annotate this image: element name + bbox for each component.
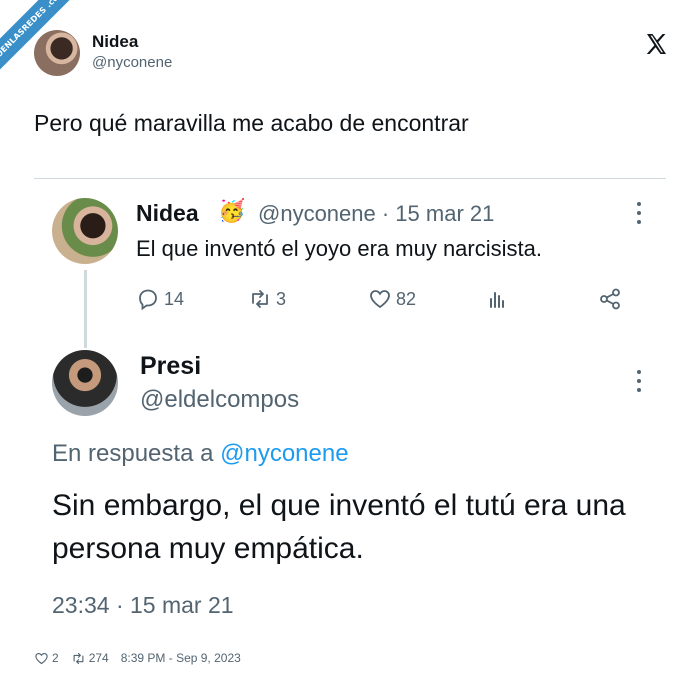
quoted-author-name[interactable]: Nidea [136,200,199,227]
reply-author-name[interactable]: Presi [140,352,201,381]
tweet-card: Nidea @nyconene Pero qué maravilla me ac… [0,0,700,690]
party-emoji: 🥳 [218,198,246,223]
retweet-button[interactable]: 3 [248,286,286,312]
share-button[interactable] [598,286,622,312]
like-button[interactable]: 82 [368,286,416,312]
tweet-footer: 2 274 8:39 PM - Sep 9, 2023 [34,650,253,666]
footer-timestamp: 8:39 PM - Sep 9, 2023 [120,651,241,665]
quoted-author-meta: @nyconene · 15 mar 21 [258,201,495,226]
reply-count: 14 [164,288,185,309]
like-count: 82 [396,288,417,309]
divider [34,178,666,179]
watermark-text: VISTOENLASREDES .com [0,0,84,86]
retweet-count: 3 [276,288,287,309]
reply-timestamp: 23:34 · 15 mar 21 [52,592,234,618]
reply-button[interactable]: 14 [136,286,184,312]
retweet-icon [252,290,268,308]
reply-icon [139,289,157,311]
quoted-author-avatar[interactable] [52,198,118,264]
author-name[interactable]: Nidea [92,32,138,52]
footer-like-count: 2 [52,651,59,665]
reply-author-avatar[interactable] [52,350,118,416]
x-logo-icon[interactable] [644,32,668,56]
more-icon[interactable] [636,368,642,394]
thread-line [84,270,87,348]
retweet-icon [73,652,84,664]
author-handle[interactable]: @nyconene [92,54,172,71]
quoted-thread[interactable]: Nidea 🥳 @nyconene · 15 mar 21 El que inv… [52,196,652,636]
tweet-header: Nidea @nyconene [34,30,674,82]
reply-context: En respuesta a @nyconene [52,440,349,468]
action-bar: 14 3 82 [136,286,636,314]
reply-mention-link[interactable]: @nyconene [220,440,348,467]
footer-retweet-count: 274 [88,651,109,665]
reply-prefix: En respuesta a [52,440,221,467]
more-icon[interactable] [636,200,642,226]
watermark-ribbon: VISTOENLASREDES .com [0,0,86,86]
quoted-tweet-text: El que inventó el yoyo era muy narcisist… [136,236,542,261]
reply-author-handle[interactable]: @eldelcompos [140,386,299,414]
like-icon [35,652,48,664]
share-icon [600,288,620,310]
reply-tweet-text: Sin embargo, el que inventó el tutú era … [52,489,626,565]
views-button[interactable] [486,286,510,312]
like-icon [370,290,390,309]
views-icon [490,292,504,308]
tweet-text: Pero qué maravilla me acabo de encontrar [34,110,469,136]
